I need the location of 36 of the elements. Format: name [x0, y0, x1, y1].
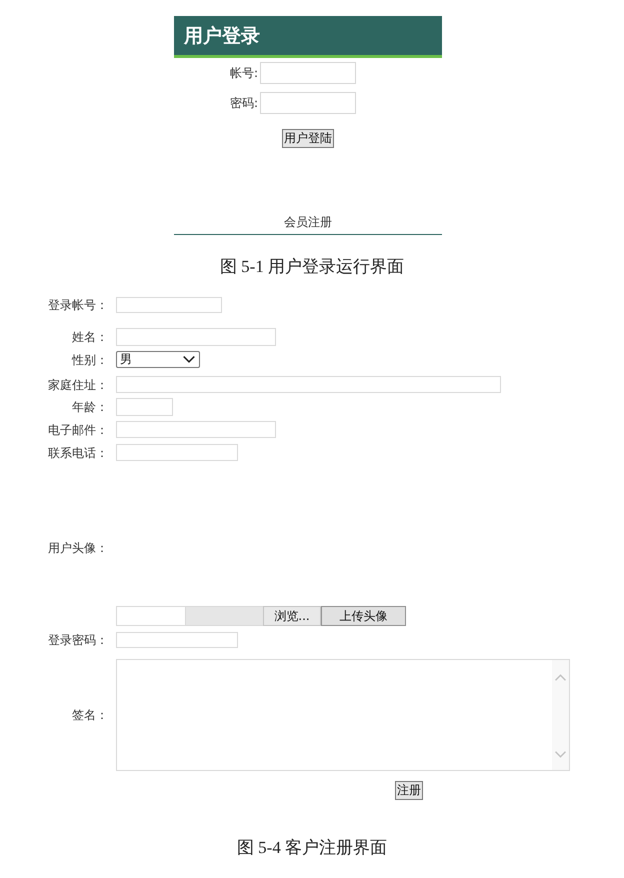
field-label: 密码:: [228, 94, 258, 112]
account-input[interactable]: [260, 62, 356, 84]
gender-select[interactable]: 男: [116, 351, 200, 368]
password-input[interactable]: [260, 92, 356, 114]
text-input[interactable]: [116, 297, 222, 313]
field-label: 年龄：: [71, 399, 108, 415]
text-input[interactable]: [116, 421, 276, 438]
login-title: 用户登录: [184, 24, 260, 48]
text-input[interactable]: [116, 398, 173, 416]
signature-textarea[interactable]: [116, 659, 570, 771]
scrollbar[interactable]: [552, 660, 569, 770]
field-label: 登录密码：: [47, 632, 108, 648]
field-label: 电子邮件：: [47, 422, 108, 438]
upload-button[interactable]: 上传头像: [321, 606, 406, 626]
text-input[interactable]: [116, 376, 501, 393]
field-label: 登录帐号：: [47, 297, 108, 313]
text-input[interactable]: [116, 444, 238, 461]
register-button[interactable]: 注册: [395, 781, 423, 800]
figure-caption: 图 5-1 用户登录运行界面: [218, 256, 406, 278]
register-link[interactable]: 会员注册: [284, 214, 332, 230]
field-label: 联系电话：: [47, 444, 108, 460]
chevron-up-icon: [555, 674, 566, 681]
login-button[interactable]: 用户登陆: [282, 129, 334, 148]
field-label: 性别：: [70, 352, 108, 368]
field-label: 家庭住址：: [47, 376, 108, 392]
chevron-down-icon: [183, 356, 195, 363]
text-input[interactable]: [116, 328, 276, 346]
browse-button[interactable]: 浏览...: [263, 606, 321, 626]
field-label: 签名：: [71, 707, 108, 723]
field-label: 帐号:: [228, 64, 258, 82]
chevron-down-icon: [555, 751, 566, 758]
password-input[interactable]: [116, 632, 238, 648]
field-label: 用户头像：: [47, 540, 108, 556]
figure-caption: 图 5-4 客户注册界面: [236, 837, 388, 859]
file-path-field[interactable]: [116, 606, 186, 626]
field-label: 姓名：: [71, 329, 108, 345]
